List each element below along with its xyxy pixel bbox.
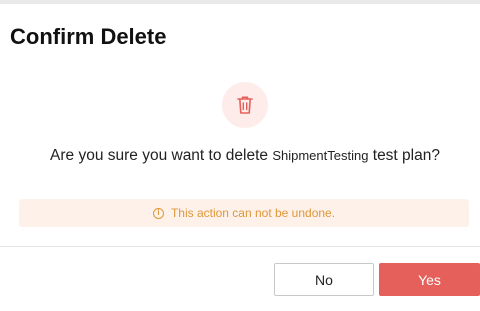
message-prefix: Are you sure you want to delete xyxy=(50,147,273,164)
message-suffix: test plan? xyxy=(368,147,440,164)
item-name: ShipmentTesting xyxy=(272,148,369,163)
confirm-delete-dialog: Confirm Delete Are you sure you want to … xyxy=(0,0,480,311)
no-button[interactable]: No xyxy=(274,263,374,296)
confirm-message: Are you sure you want to delete Shipment… xyxy=(40,145,450,167)
yes-button[interactable]: Yes xyxy=(379,263,480,296)
info-icon: i xyxy=(152,207,164,219)
top-border xyxy=(0,0,480,4)
trash-icon xyxy=(222,82,268,128)
dialog-title: Confirm Delete xyxy=(10,24,167,49)
warning-banner: i This action can not be undone. xyxy=(19,199,469,227)
warning-text: This action can not be undone. xyxy=(170,206,336,220)
footer-divider xyxy=(0,246,480,247)
